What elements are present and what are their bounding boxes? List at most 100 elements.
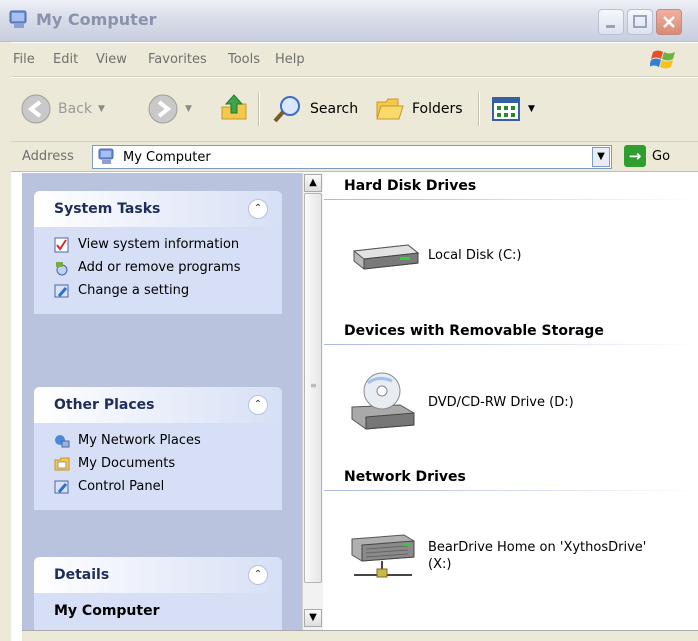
- group-divider: [324, 490, 698, 491]
- menu-favorites[interactable]: Favorites: [148, 52, 207, 67]
- system-tasks-body: View system information Add or remove pr…: [34, 227, 282, 314]
- chevron-up-icon: ⌃: [253, 203, 263, 214]
- search-icon: [273, 96, 300, 123]
- back-dropdown-icon[interactable]: ▼: [98, 104, 105, 114]
- toolbar-separator: [258, 92, 259, 126]
- views-dropdown-icon[interactable]: ▼: [528, 104, 535, 114]
- chevron-up-icon: ⌃: [253, 399, 263, 410]
- panel-title: Details: [54, 567, 110, 583]
- status-bar: [22, 630, 698, 641]
- drive-label: Local Disk (C:): [428, 247, 522, 263]
- task-label: Add or remove programs: [78, 260, 241, 275]
- menu-edit[interactable]: Edit: [53, 52, 78, 67]
- address-input[interactable]: My Computer ▼: [92, 145, 612, 169]
- my-documents-icon: [54, 457, 70, 471]
- details-panel: Details ⌃ My Computer: [34, 557, 282, 630]
- scroll-up-button[interactable]: ▲: [304, 174, 322, 192]
- group-divider: [324, 344, 698, 345]
- place-my-network-places[interactable]: My Network Places: [34, 429, 282, 452]
- toolbar-separator: [478, 92, 479, 126]
- details-name: My Computer: [54, 603, 160, 619]
- place-label: My Network Places: [78, 433, 201, 448]
- system-tasks-header[interactable]: System Tasks ⌃: [34, 191, 282, 227]
- network-drive-icon: [351, 534, 415, 578]
- folders-button[interactable]: Folders: [374, 92, 463, 126]
- group-divider: [324, 199, 698, 200]
- menu-file[interactable]: File: [13, 52, 35, 67]
- back-button[interactable]: Back ▼: [20, 92, 105, 126]
- go-label: Go: [652, 148, 671, 164]
- forward-dropdown-icon[interactable]: ▼: [185, 104, 192, 114]
- forward-button[interactable]: ▼: [147, 92, 192, 126]
- control-panel-icon: [54, 284, 69, 298]
- menu-view[interactable]: View: [96, 52, 127, 67]
- folders-icon: [376, 98, 404, 120]
- group-heading-hard-disk: Hard Disk Drives: [344, 178, 477, 194]
- network-places-icon: [55, 435, 70, 448]
- address-bar: Address My Computer ▼ → Go: [0, 142, 698, 172]
- place-control-panel[interactable]: Control Panel: [34, 475, 282, 498]
- drive-beardrive-x[interactable]: BearDrive Home on 'XythosDrive' (X:): [348, 527, 668, 585]
- go-arrow-icon: →: [624, 145, 646, 167]
- minimize-icon: [606, 25, 615, 28]
- task-add-remove-programs[interactable]: Add or remove programs: [34, 256, 282, 279]
- standard-toolbar: Back ▼ ▼ Search Folders ▼: [0, 78, 698, 142]
- details-header[interactable]: Details ⌃: [34, 557, 282, 593]
- chevron-up-icon: ⌃: [253, 569, 263, 580]
- add-remove-programs-icon: [56, 262, 68, 276]
- scroll-down-button[interactable]: ▼: [304, 609, 322, 627]
- task-view-system-info[interactable]: View system information: [34, 233, 282, 256]
- dvd-drive-icon: [351, 372, 415, 430]
- go-button[interactable]: → Go: [624, 145, 670, 167]
- system-tasks-panel: System Tasks ⌃ View system information A…: [34, 191, 282, 314]
- minimize-button[interactable]: [598, 9, 624, 35]
- chevron-down-icon: ▼: [597, 151, 605, 162]
- place-my-documents[interactable]: My Documents: [34, 452, 282, 475]
- group-heading-network: Network Drives: [344, 469, 466, 485]
- chevron-up-icon: ▲: [309, 177, 317, 188]
- up-folder-icon: [221, 94, 247, 120]
- collapse-button[interactable]: ⌃: [248, 565, 268, 585]
- my-computer-icon: [9, 10, 27, 28]
- collapse-button[interactable]: ⌃: [248, 395, 268, 415]
- window-left-border: [0, 42, 11, 641]
- hard-disk-icon: [352, 244, 420, 270]
- task-change-setting[interactable]: Change a setting: [34, 279, 282, 302]
- menu-help[interactable]: Help: [275, 52, 305, 67]
- address-label: Address: [22, 149, 74, 164]
- other-places-header[interactable]: Other Places ⌃: [34, 387, 282, 423]
- views-button[interactable]: ▼: [490, 92, 535, 126]
- search-button[interactable]: Search: [272, 92, 358, 126]
- task-pane: System Tasks ⌃ View system information A…: [22, 173, 302, 630]
- grip-icon: ≡: [310, 381, 317, 390]
- menu-tools[interactable]: Tools: [228, 52, 260, 67]
- place-label: Control Panel: [78, 479, 165, 494]
- other-places-body: My Network Places My Documents Control P…: [34, 423, 282, 510]
- windows-logo-icon: [650, 50, 675, 69]
- address-dropdown-button[interactable]: ▼: [592, 147, 610, 167]
- up-folder-button[interactable]: [218, 92, 250, 126]
- title-bar: My Computer: [0, 0, 698, 42]
- folders-label: Folders: [412, 101, 463, 117]
- forward-arrow-icon: [148, 94, 178, 124]
- views-icon: [492, 97, 520, 121]
- maximize-button[interactable]: [627, 9, 653, 35]
- drive-dvd-cdrw-d[interactable]: DVD/CD-RW Drive (D:): [348, 369, 668, 435]
- close-button[interactable]: [656, 9, 682, 35]
- collapse-button[interactable]: ⌃: [248, 199, 268, 219]
- window-title: My Computer: [36, 10, 157, 29]
- back-arrow-icon: [21, 94, 51, 124]
- drive-local-disk-c[interactable]: Local Disk (C:): [348, 235, 668, 275]
- content-pane: Hard Disk Drives Local Disk (C:) Devices…: [324, 173, 698, 630]
- task-label: View system information: [78, 237, 240, 252]
- control-panel-icon: [54, 480, 69, 494]
- drive-label: DVD/CD-RW Drive (D:): [428, 394, 574, 410]
- scroll-thumb[interactable]: ≡: [304, 193, 322, 583]
- vertical-scrollbar[interactable]: ▲ ≡ ▼: [302, 173, 323, 630]
- chevron-down-icon: ▼: [309, 612, 317, 623]
- maximize-icon: [633, 15, 647, 28]
- other-places-panel: Other Places ⌃ My Network Places My Docu…: [34, 387, 282, 510]
- panel-title: System Tasks: [54, 201, 161, 217]
- search-label: Search: [310, 101, 359, 117]
- my-computer-icon: [98, 148, 114, 164]
